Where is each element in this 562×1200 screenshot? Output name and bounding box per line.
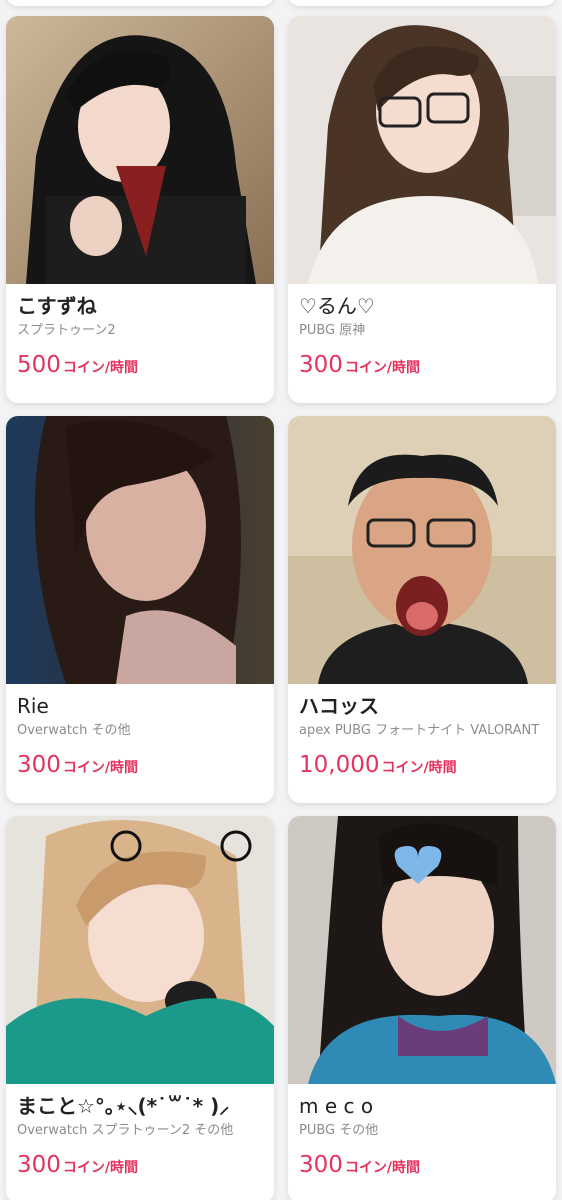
hourly-rate: 10,000 コイン/時間 bbox=[299, 751, 545, 782]
gamer-name: ♡るん♡ bbox=[299, 294, 375, 318]
gamer-card[interactable]: Rie Overwatch その他 300 コイン/時間 bbox=[6, 416, 274, 803]
hourly-rate: 300 コイン/時間 bbox=[17, 1151, 263, 1182]
price-unit: コイン/時間 bbox=[381, 760, 457, 776]
gamer-list-page: こすずね スプラトゥーン2 500 コイン/時間 ♡るん♡ PUBG 原神 30… bbox=[0, 0, 562, 1200]
game-tags: PUBG 原神 bbox=[299, 323, 366, 338]
price-unit: コイン/時間 bbox=[62, 1160, 139, 1176]
gamer-name: まこと☆°｡⋆⸜(*˙꒳˙* )⸝ bbox=[17, 1094, 230, 1118]
profile-photo bbox=[6, 16, 274, 284]
price-unit: コイン/時間 bbox=[62, 360, 139, 376]
profile-photo bbox=[6, 416, 274, 684]
gamer-name: こすずね bbox=[17, 294, 97, 318]
price-unit: コイン/時間 bbox=[344, 360, 421, 376]
hourly-rate: 300 コイン/時間 bbox=[17, 751, 263, 782]
price-value: 10,000 bbox=[299, 752, 380, 778]
hourly-rate: 500 コイン/時間 bbox=[17, 351, 263, 382]
profile-photo bbox=[288, 16, 556, 284]
game-tags: Overwatch その他 bbox=[17, 723, 131, 738]
hourly-rate: 300 コイン/時間 bbox=[299, 1151, 545, 1182]
price-value: 500 bbox=[17, 352, 61, 378]
price-unit: コイン/時間 bbox=[344, 1160, 421, 1176]
profile-photo bbox=[6, 816, 274, 1084]
price-value: 300 bbox=[299, 1152, 343, 1178]
hourly-rate: 300 コイン/時間 bbox=[299, 351, 545, 382]
profile-photo bbox=[288, 816, 556, 1084]
gamer-card[interactable]: まこと☆°｡⋆⸜(*˙꒳˙* )⸝ Overwatch スプラトゥーン2 その他… bbox=[6, 816, 274, 1200]
price-unit: コイン/時間 bbox=[62, 760, 139, 776]
gamer-name: ハコッス bbox=[299, 694, 379, 718]
previous-card-left[interactable] bbox=[6, 0, 274, 6]
gamer-card[interactable]: ♡るん♡ PUBG 原神 300 コイン/時間 bbox=[288, 16, 556, 403]
profile-photo bbox=[288, 416, 556, 684]
game-tags: スプラトゥーン2 bbox=[17, 323, 116, 338]
price-value: 300 bbox=[299, 352, 343, 378]
game-tags: PUBG その他 bbox=[299, 1123, 379, 1138]
price-value: 300 bbox=[17, 1152, 61, 1178]
gamer-card[interactable]: こすずね スプラトゥーン2 500 コイン/時間 bbox=[6, 16, 274, 403]
game-tags: apex PUBG フォートナイト VALORANT bbox=[299, 723, 540, 738]
previous-card-right[interactable] bbox=[288, 0, 556, 6]
gamer-card[interactable]: ハコッス apex PUBG フォートナイト VALORANT 10,000 コイ… bbox=[288, 416, 556, 803]
gamer-card[interactable]: m e c o PUBG その他 300 コイン/時間 bbox=[288, 816, 556, 1200]
game-tags: Overwatch スプラトゥーン2 その他 bbox=[17, 1123, 234, 1138]
gamer-name: Rie bbox=[17, 694, 49, 718]
price-value: 300 bbox=[17, 752, 61, 778]
gamer-name: m e c o bbox=[299, 1094, 374, 1118]
